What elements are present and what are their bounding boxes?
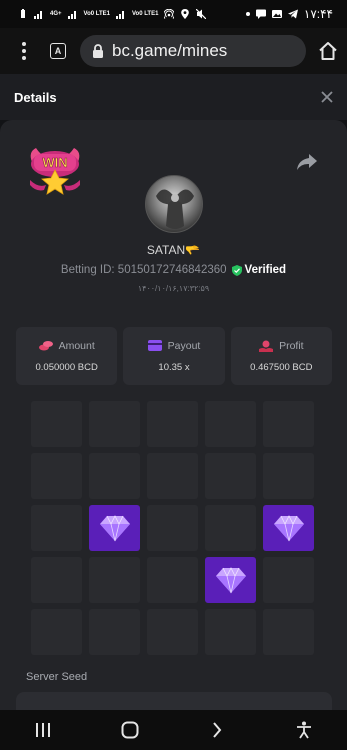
verified-label: Verified <box>244 264 287 276</box>
home-nav-button[interactable] <box>115 715 145 745</box>
message-icon <box>255 9 266 19</box>
accessibility-icon <box>296 721 311 739</box>
grid-tile <box>31 505 82 551</box>
status-right: ۱۷:۴۴ <box>245 7 333 21</box>
details-header: Details <box>0 74 347 120</box>
browser-menu-icon[interactable] <box>14 42 34 60</box>
stat-profit-label: Profit <box>279 339 304 352</box>
status-time: ۱۷:۴۴ <box>303 7 333 21</box>
username: SATAN🫳 <box>146 243 201 257</box>
verified-badge: Verified <box>231 264 287 276</box>
avatar-image <box>156 189 194 229</box>
grid-tile <box>31 557 82 603</box>
browser-toolbar: A bc.game/mines <box>0 28 347 74</box>
url-bar[interactable]: bc.game/mines <box>80 35 306 67</box>
card-icon <box>147 340 162 351</box>
avatar <box>145 175 203 233</box>
close-icon <box>321 91 333 103</box>
bet-datetime: ۱۴۰۰/۱۰/۱۶,۱۷:۳۲:۵۹ <box>137 284 210 293</box>
notification-dot-icon <box>245 12 250 16</box>
stats-row: Amount 0.050000 BCD Payout 10.35 x Profi… <box>16 327 332 385</box>
system-nav-bar <box>0 710 347 750</box>
url-text: bc.game/mines <box>112 41 228 60</box>
status-left: 4G+ Vo0 LTE1 Vo0 LTE1 <box>18 9 207 19</box>
chevron-right-icon <box>213 722 222 738</box>
telegram-icon <box>287 9 298 19</box>
grid-tile <box>263 609 314 655</box>
details-title: Details <box>14 89 57 105</box>
signal-icon-2 <box>67 11 76 19</box>
grid-tile <box>263 453 314 499</box>
mute-icon <box>196 9 207 19</box>
grid-tile <box>31 401 82 447</box>
recents-button[interactable] <box>28 715 58 745</box>
network-label-1: 4G+ <box>50 10 62 17</box>
grid-tile <box>147 453 198 499</box>
share-icon[interactable] <box>296 152 318 172</box>
server-seed-field <box>16 692 332 710</box>
grid-tile <box>89 557 140 603</box>
grid-tile <box>263 401 314 447</box>
grid-tile <box>89 453 140 499</box>
stat-profit-value: 0.467500 BCD <box>250 361 313 373</box>
grid-tile-gem <box>263 505 314 551</box>
recents-icon <box>36 723 51 737</box>
server-seed-label: Server Seed <box>26 671 88 683</box>
accessibility-button[interactable] <box>289 715 319 745</box>
coins-icon <box>38 341 53 351</box>
home-button[interactable] <box>316 39 340 63</box>
stat-amount: Amount 0.050000 BCD <box>16 327 118 385</box>
win-badge-icon: WIN <box>30 148 80 195</box>
grid-tile <box>205 609 256 655</box>
stat-payout-label: Payout <box>167 339 201 352</box>
stat-payout-value: 10.35 x <box>158 361 190 373</box>
grid-tile <box>205 401 256 447</box>
betting-id-row: Betting ID: 5015017274684236​0 Verified <box>0 264 347 276</box>
stat-profit: Profit 0.467500 BCD <box>230 327 332 385</box>
battery-saver-icon <box>21 9 25 18</box>
money-hand-icon <box>259 340 274 352</box>
lock-icon <box>93 44 103 58</box>
stat-amount-label: Amount <box>58 339 95 352</box>
network-label-3: Vo0 LTE1 <box>131 10 159 17</box>
grid-tile <box>147 401 198 447</box>
stat-payout: Payout 10.35 x <box>123 327 225 385</box>
gem-icon <box>215 567 246 594</box>
grid-tile-gem <box>89 505 140 551</box>
svg-text:WIN: WIN <box>42 155 67 170</box>
grid-tile-gem <box>205 557 256 603</box>
home-circle-icon <box>121 721 139 739</box>
location-icon <box>181 9 190 19</box>
grid-tile <box>147 609 198 655</box>
grid-tile <box>89 401 140 447</box>
back-button[interactable] <box>202 715 232 745</box>
grid-tile <box>89 609 140 655</box>
tab-switcher-button[interactable]: A <box>50 43 66 59</box>
betting-id: Betting ID: 5015017274684236​0 <box>60 264 227 276</box>
hotspot-icon <box>164 9 175 19</box>
grid-tile <box>31 609 82 655</box>
gem-icon <box>99 515 130 542</box>
home-icon <box>319 42 337 60</box>
bet-details-panel: WIN SATAN🫳 Betting ID: 5015017274684236​… <box>0 120 347 710</box>
stat-amount-value: 0.050000 BCD <box>35 361 98 373</box>
grid-tile <box>263 557 314 603</box>
network-label-2: Vo0 LTE1 <box>83 10 110 17</box>
signal-icon-3 <box>115 11 124 19</box>
grid-tile <box>205 505 256 551</box>
grid-tile <box>147 505 198 551</box>
close-button[interactable] <box>321 88 333 106</box>
gem-icon <box>273 515 304 542</box>
signal-icon <box>34 11 42 19</box>
grid-tile <box>147 557 198 603</box>
mines-grid <box>31 401 314 655</box>
grid-tile <box>31 453 82 499</box>
grid-tile <box>205 453 256 499</box>
status-bar: 4G+ Vo0 LTE1 Vo0 LTE1 ۱۷:۴۴ <box>0 0 347 28</box>
image-icon <box>271 10 282 18</box>
shield-check-icon <box>231 264 242 276</box>
